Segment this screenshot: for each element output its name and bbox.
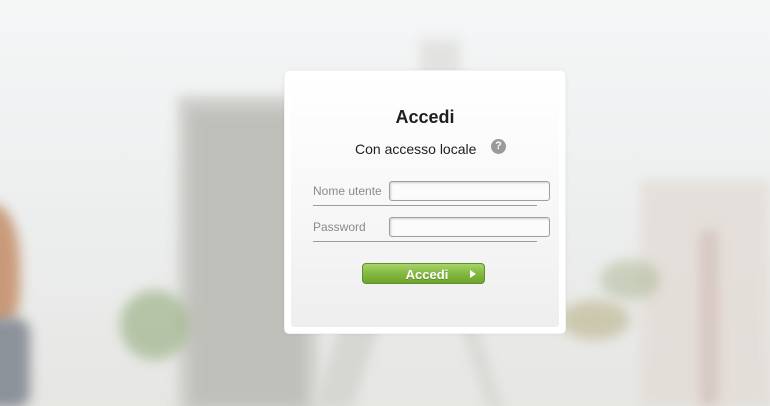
login-panel: Accedi Con accesso locale ? Nome utente … bbox=[285, 71, 565, 333]
password-input[interactable] bbox=[389, 217, 550, 237]
background-plant bbox=[560, 300, 630, 340]
question-mark-icon[interactable]: ? bbox=[491, 139, 506, 154]
background-post bbox=[700, 230, 718, 406]
login-subtitle: Con accesso locale bbox=[355, 141, 477, 157]
play-arrow-icon bbox=[470, 270, 476, 278]
password-label: Password bbox=[313, 220, 366, 234]
username-input[interactable] bbox=[389, 181, 550, 201]
username-label: Nome utente bbox=[313, 184, 382, 198]
background-plant bbox=[120, 290, 190, 360]
background-hand bbox=[0, 205, 20, 325]
login-title: Accedi bbox=[395, 107, 455, 127]
background-plant bbox=[600, 260, 660, 300]
background-sleeve bbox=[0, 318, 30, 406]
divider bbox=[313, 205, 537, 206]
login-submit-button[interactable]: Accedi bbox=[362, 263, 485, 284]
divider bbox=[313, 241, 537, 242]
